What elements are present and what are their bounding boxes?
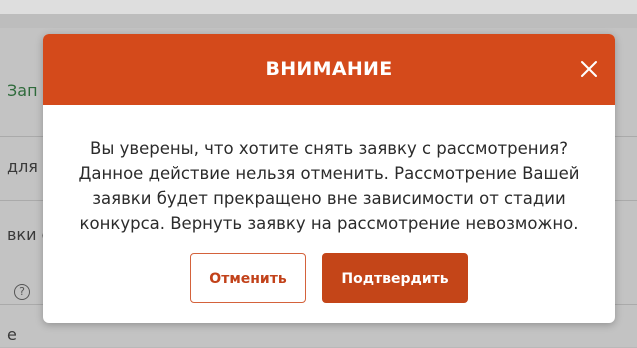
background-row-text: е — [7, 325, 17, 344]
close-button[interactable] — [577, 57, 601, 81]
help-icon-glyph: ? — [14, 284, 30, 300]
dialog-title: ВНИМАНИЕ — [265, 58, 393, 80]
background-topbar — [0, 0, 637, 14]
background-row-text: для — [7, 157, 38, 176]
background-row-text: Зап — [7, 81, 38, 100]
dialog-message: Вы уверены, что хотите снять заявку с ра… — [78, 139, 580, 233]
close-icon — [581, 61, 597, 77]
confirm-dialog: ВНИМАНИЕ Вы уверены, что хотите снять за… — [43, 34, 615, 323]
cancel-button[interactable]: Отменить — [190, 253, 306, 303]
dialog-header: ВНИМАНИЕ — [43, 34, 615, 105]
background-strip — [0, 14, 637, 28]
confirm-button[interactable]: Подтвердить — [322, 253, 468, 303]
